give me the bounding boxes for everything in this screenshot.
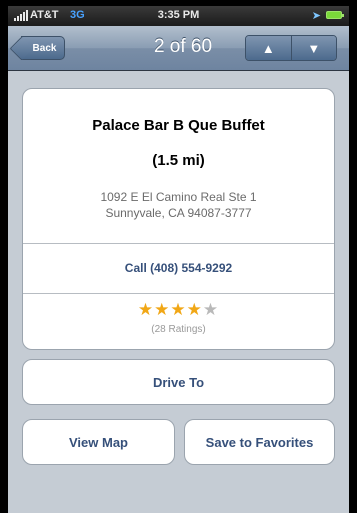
- place-distance: (1.5 mi): [152, 152, 205, 169]
- call-button[interactable]: Call (408) 554-9292: [23, 261, 334, 275]
- place-name: Palace Bar B Que Buffet: [92, 117, 265, 134]
- back-button-label: Back: [32, 42, 57, 54]
- drive-to-label: Drive To: [152, 374, 205, 390]
- address-line-1: 1092 E El Camino Real Ste 1: [100, 190, 257, 204]
- divider: [23, 243, 334, 244]
- next-button[interactable]: ▼: [290, 36, 336, 60]
- status-bar: AT&T 3G 3:35 PM ➤: [8, 6, 349, 26]
- place-address: 1092 E El Camino Real Ste 1 Sunnyvale, C…: [23, 189, 334, 221]
- star-filled-icon: ★: [186, 300, 203, 319]
- previous-button[interactable]: ▲: [246, 36, 291, 60]
- up-arrow-icon: ▲: [261, 40, 275, 56]
- page-title: 2 of 60: [153, 36, 213, 57]
- star-filled-icon: ★: [137, 300, 155, 319]
- down-arrow-icon: ▼: [307, 40, 321, 56]
- place-details-card: Palace Bar B Que Buffet (1.5 mi) 1092 E …: [22, 88, 335, 350]
- divider: [23, 293, 334, 294]
- ratings-count: (28 Ratings): [151, 324, 206, 335]
- screen: AT&T 3G 3:35 PM ➤ Back 2 of 60 ▲ ▼ Palac…: [8, 6, 349, 513]
- navigation-bar: Back 2 of 60 ▲ ▼: [8, 26, 349, 71]
- prev-next-segmented-control: ▲ ▼: [245, 35, 337, 61]
- star-filled-icon: ★: [170, 300, 187, 319]
- save-to-favorites-button[interactable]: Save to Favorites: [184, 419, 335, 465]
- clock: 3:35 PM: [157, 9, 200, 21]
- view-map-label: View Map: [68, 434, 128, 450]
- location-arrow-icon: ➤: [311, 10, 321, 22]
- save-to-favorites-label: Save to Favorites: [205, 434, 314, 450]
- address-line-2: Sunnyvale, CA 94087-3777: [105, 206, 252, 220]
- rating-stars[interactable]: ★★★★★: [23, 300, 334, 320]
- view-map-button[interactable]: View Map: [22, 419, 175, 465]
- star-empty-icon: ★: [202, 300, 220, 319]
- drive-to-button[interactable]: Drive To: [22, 359, 335, 405]
- star-filled-icon: ★: [154, 300, 171, 319]
- device-frame: AT&T 3G 3:35 PM ➤ Back 2 of 60 ▲ ▼ Palac…: [0, 0, 357, 513]
- back-button[interactable]: Back: [21, 36, 65, 60]
- battery-icon: [326, 11, 344, 19]
